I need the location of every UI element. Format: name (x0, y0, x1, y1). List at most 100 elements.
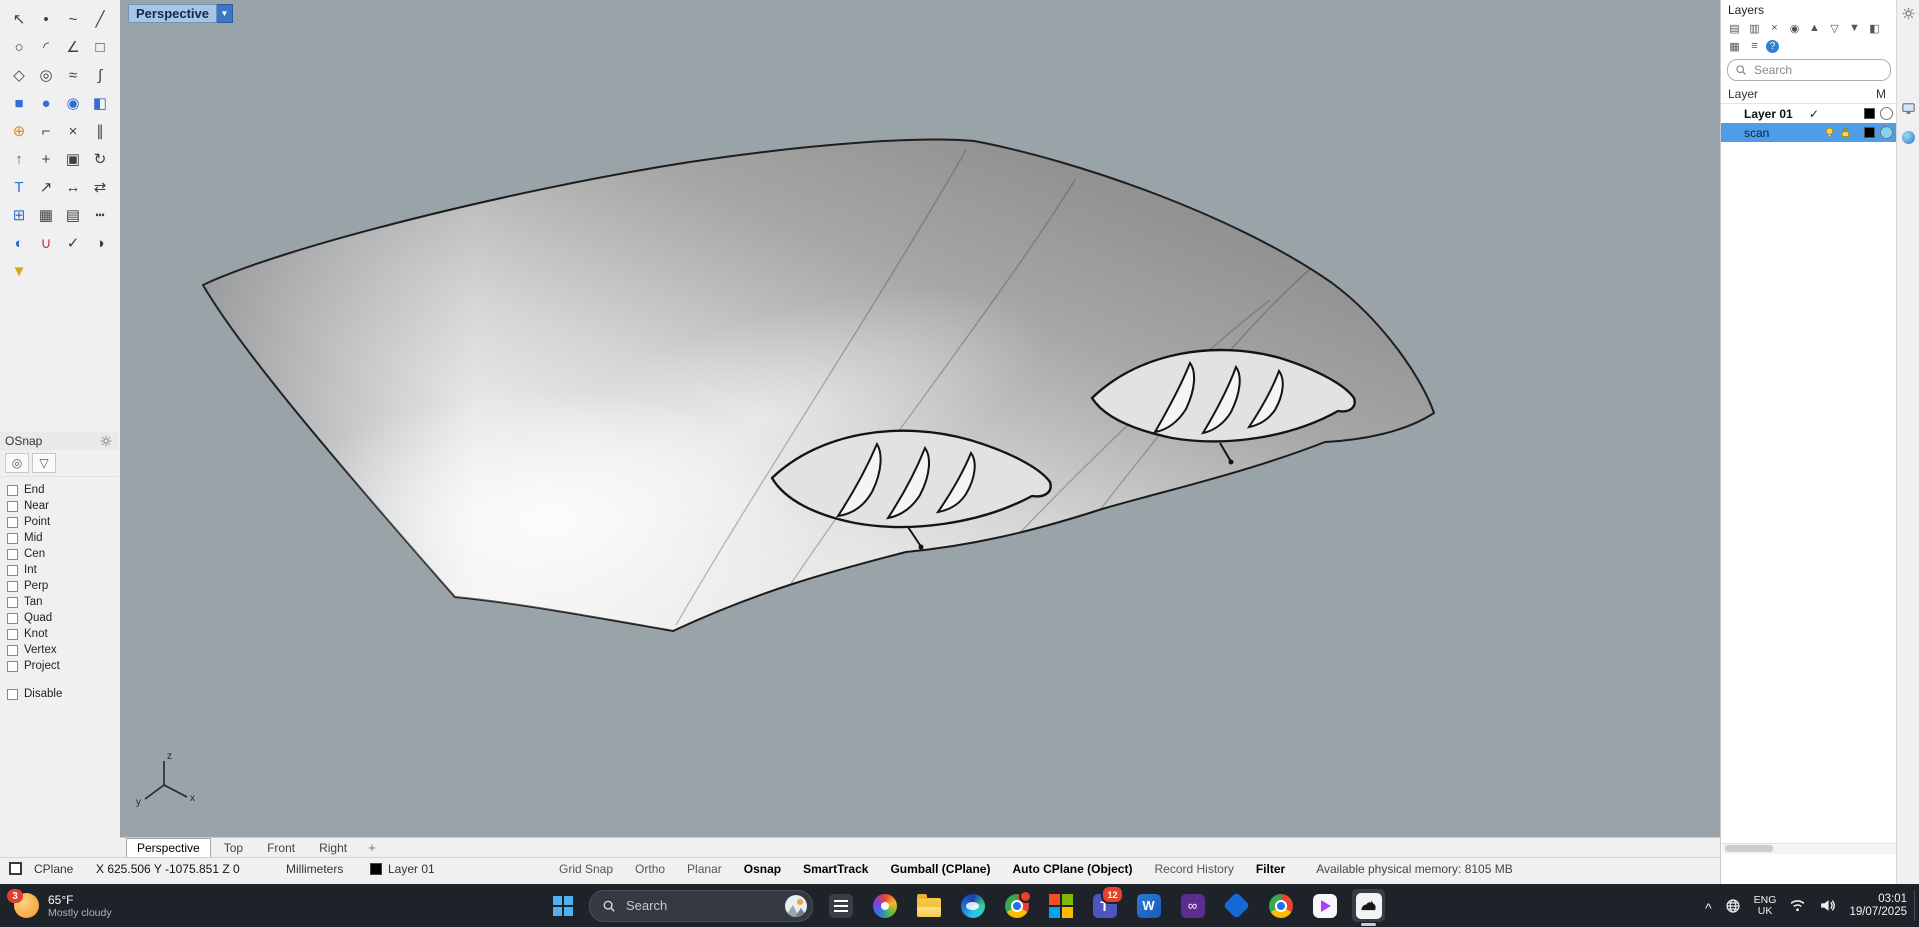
sphere-icon[interactable]: ● (33, 90, 59, 116)
osnap-disable-option[interactable]: Disable (7, 686, 119, 702)
layers-horizontal-scrollbar[interactable] (1722, 843, 1896, 854)
polyline-icon[interactable]: ∠ (60, 34, 86, 60)
status-pane[interactable]: Gumball (CPlane) (879, 862, 1001, 876)
sketch-icon[interactable]: ∫ (87, 62, 113, 88)
osnap-option[interactable]: Near (7, 498, 119, 514)
viewport-title[interactable]: Perspective (128, 4, 217, 23)
status-pane-toggle-icon[interactable] (9, 862, 22, 875)
layer-columns-icon[interactable]: ▦ (1726, 38, 1743, 54)
scale-icon[interactable]: ↗ (33, 174, 59, 200)
osnap-option[interactable]: Quad (7, 610, 119, 626)
hood-model[interactable] (203, 140, 1434, 650)
mirror-icon[interactable]: ⇄ (87, 174, 113, 200)
chrome-profile-icon[interactable] (1264, 889, 1297, 922)
help-icon[interactable]: ? (1766, 40, 1779, 53)
boolean-icon[interactable]: ⊕ (6, 118, 32, 144)
status-pane[interactable]: Planar (676, 862, 733, 876)
status-pane[interactable]: Filter (1245, 862, 1296, 876)
layer-lock-icon[interactable] (1839, 126, 1852, 139)
move-down-layer-icon[interactable]: ▽ (1826, 20, 1843, 36)
osnap-option[interactable]: Int (7, 562, 119, 578)
hidden-icons-chevron[interactable]: ^ (1705, 900, 1712, 916)
layer-menu-icon[interactable]: ≡ (1746, 38, 1763, 54)
tab-front[interactable]: Front (256, 838, 306, 858)
wifi-icon[interactable] (1789, 897, 1806, 914)
osnap-option[interactable]: Mid (7, 530, 119, 546)
status-pane[interactable]: Record History (1143, 862, 1244, 876)
osnap-settings-gear-icon[interactable] (97, 433, 114, 450)
block-icon[interactable]: ⊞ (6, 202, 32, 228)
curve-icon[interactable]: ~ (60, 6, 86, 32)
osnap-disable-all-icon[interactable]: ◎ (5, 453, 29, 473)
taskbar-search-box[interactable] (589, 890, 813, 922)
polygon-icon[interactable]: ◇ (6, 62, 32, 88)
extrude-icon[interactable]: ↑ (6, 146, 32, 172)
osnap-option[interactable]: Knot (7, 626, 119, 642)
layers-search-box[interactable] (1727, 59, 1891, 81)
show-desktop-button[interactable] (1914, 890, 1919, 921)
word-icon[interactable]: W (1132, 889, 1165, 922)
language-indicator[interactable]: ENG UK (1754, 895, 1777, 917)
circle-icon[interactable]: ○ (6, 34, 32, 60)
clipchamp-icon[interactable] (1308, 889, 1341, 922)
freeform-curve-icon[interactable]: ≈ (60, 62, 86, 88)
dropbox-icon[interactable] (1220, 889, 1253, 922)
delete-layer-icon[interactable]: × (1766, 20, 1783, 36)
osnap-option[interactable]: Cen (7, 546, 119, 562)
match-layer-icon[interactable]: ◉ (1786, 20, 1803, 36)
dimension-icon[interactable]: ↔ (60, 174, 86, 200)
tab-top[interactable]: Top (213, 838, 254, 858)
status-pane[interactable]: Osnap (733, 862, 792, 876)
start-button[interactable] (548, 891, 578, 921)
osnap-filter-icon[interactable]: ▽ (32, 453, 56, 473)
new-layer-icon[interactable]: ▤ (1726, 20, 1743, 36)
point-icon[interactable]: • (33, 6, 59, 32)
layer-row-layer01[interactable]: Layer 01 ✓ (1721, 104, 1897, 123)
status-pane[interactable]: SmartTrack (792, 862, 879, 876)
current-layer-check-icon[interactable]: ✓ (1809, 107, 1819, 121)
array-icon[interactable]: ▦ (33, 202, 59, 228)
current-layer-button[interactable]: Layer 01 (370, 862, 482, 876)
spotlight-icon[interactable]: ▼ (6, 258, 32, 284)
arc-icon[interactable]: ◜ (33, 34, 59, 60)
filter-layers-icon[interactable]: ▼ (1846, 20, 1863, 36)
offset-icon[interactable]: ∥ (87, 118, 113, 144)
select-arrow-icon[interactable]: ↖ (6, 6, 32, 32)
scrollbar-thumb[interactable] (1725, 845, 1773, 852)
viewport-canvas[interactable]: z x y (120, 0, 1720, 837)
layer-color-swatch[interactable] (1864, 108, 1875, 119)
tab-perspective[interactable]: Perspective (126, 838, 211, 858)
osnap-option[interactable]: Point (7, 514, 119, 530)
cylinder-icon[interactable]: ◉ (60, 90, 86, 116)
line-icon[interactable]: ╱ (87, 6, 113, 32)
network-globe-icon[interactable] (1725, 898, 1741, 914)
layer-material-swatch[interactable] (1880, 126, 1893, 139)
magnet-snap-icon[interactable]: ∪ (33, 230, 59, 256)
panel-options-gear-icon[interactable] (1900, 5, 1917, 22)
cplane-button[interactable]: CPlane (34, 862, 96, 876)
plane-icon[interactable]: ◧ (87, 90, 113, 116)
text-icon[interactable]: T (6, 174, 32, 200)
material-icon[interactable]: ◐ (6, 230, 32, 256)
rotate-icon[interactable]: ↻ (87, 146, 113, 172)
tab-right[interactable]: Right (308, 838, 358, 858)
linetype-icon[interactable]: ┅ (87, 202, 113, 228)
osnap-option[interactable]: Vertex (7, 642, 119, 658)
edge-icon[interactable] (956, 889, 989, 922)
check-icon[interactable]: ✓ (60, 230, 86, 256)
trim-icon[interactable]: × (60, 118, 86, 144)
grid-icon[interactable]: ▤ (60, 202, 86, 228)
move-icon[interactable]: + (33, 146, 59, 172)
osnap-option[interactable]: Project (7, 658, 119, 674)
search-highlight-icon[interactable] (785, 895, 807, 917)
notepad-icon[interactable] (824, 889, 857, 922)
status-pane[interactable]: Grid Snap (548, 862, 624, 876)
osnap-option[interactable]: End (7, 482, 119, 498)
display-panel-icon[interactable] (1900, 100, 1917, 117)
visual-studio-icon[interactable]: ∞ (1176, 889, 1209, 922)
copy-icon[interactable]: ▣ (60, 146, 86, 172)
rectangle-icon[interactable]: □ (87, 34, 113, 60)
new-viewport-tab-icon[interactable]: + (360, 838, 384, 858)
viewport-title-dropdown-icon[interactable]: ▼ (217, 4, 233, 23)
layer-material-swatch[interactable] (1880, 107, 1893, 120)
